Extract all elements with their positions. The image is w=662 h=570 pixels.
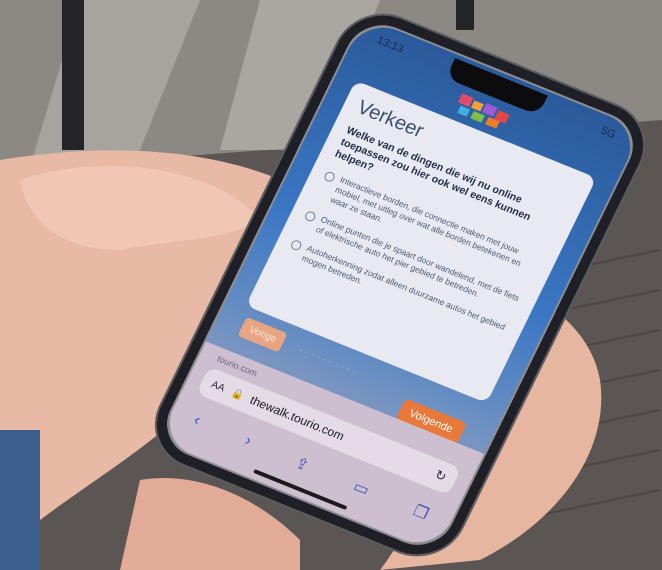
- progress-dots: • • • • • • • • • •: [297, 347, 358, 377]
- reader-options-button[interactable]: AA: [210, 379, 227, 394]
- share-icon[interactable]: ⇪: [291, 453, 312, 476]
- radio-icon[interactable]: [322, 170, 337, 184]
- reload-icon[interactable]: ↻: [432, 467, 449, 486]
- forward-icon[interactable]: ›: [241, 432, 254, 452]
- previous-button[interactable]: Vorige: [237, 316, 288, 353]
- back-icon[interactable]: ‹: [190, 412, 203, 432]
- tabs-icon[interactable]: ❐: [410, 501, 432, 524]
- url-text[interactable]: thewalk.tourio.com: [248, 393, 347, 443]
- radio-icon[interactable]: [303, 209, 318, 223]
- radio-icon[interactable]: [289, 238, 304, 252]
- lock-icon: 🔒: [229, 386, 246, 402]
- status-signal: 5G: [598, 124, 618, 142]
- bookmarks-icon[interactable]: ▭: [350, 476, 373, 500]
- status-time: 13:13: [374, 34, 406, 56]
- phone: 13:13 5G Verkeer Welke van de dingen die…: [0, 0, 662, 570]
